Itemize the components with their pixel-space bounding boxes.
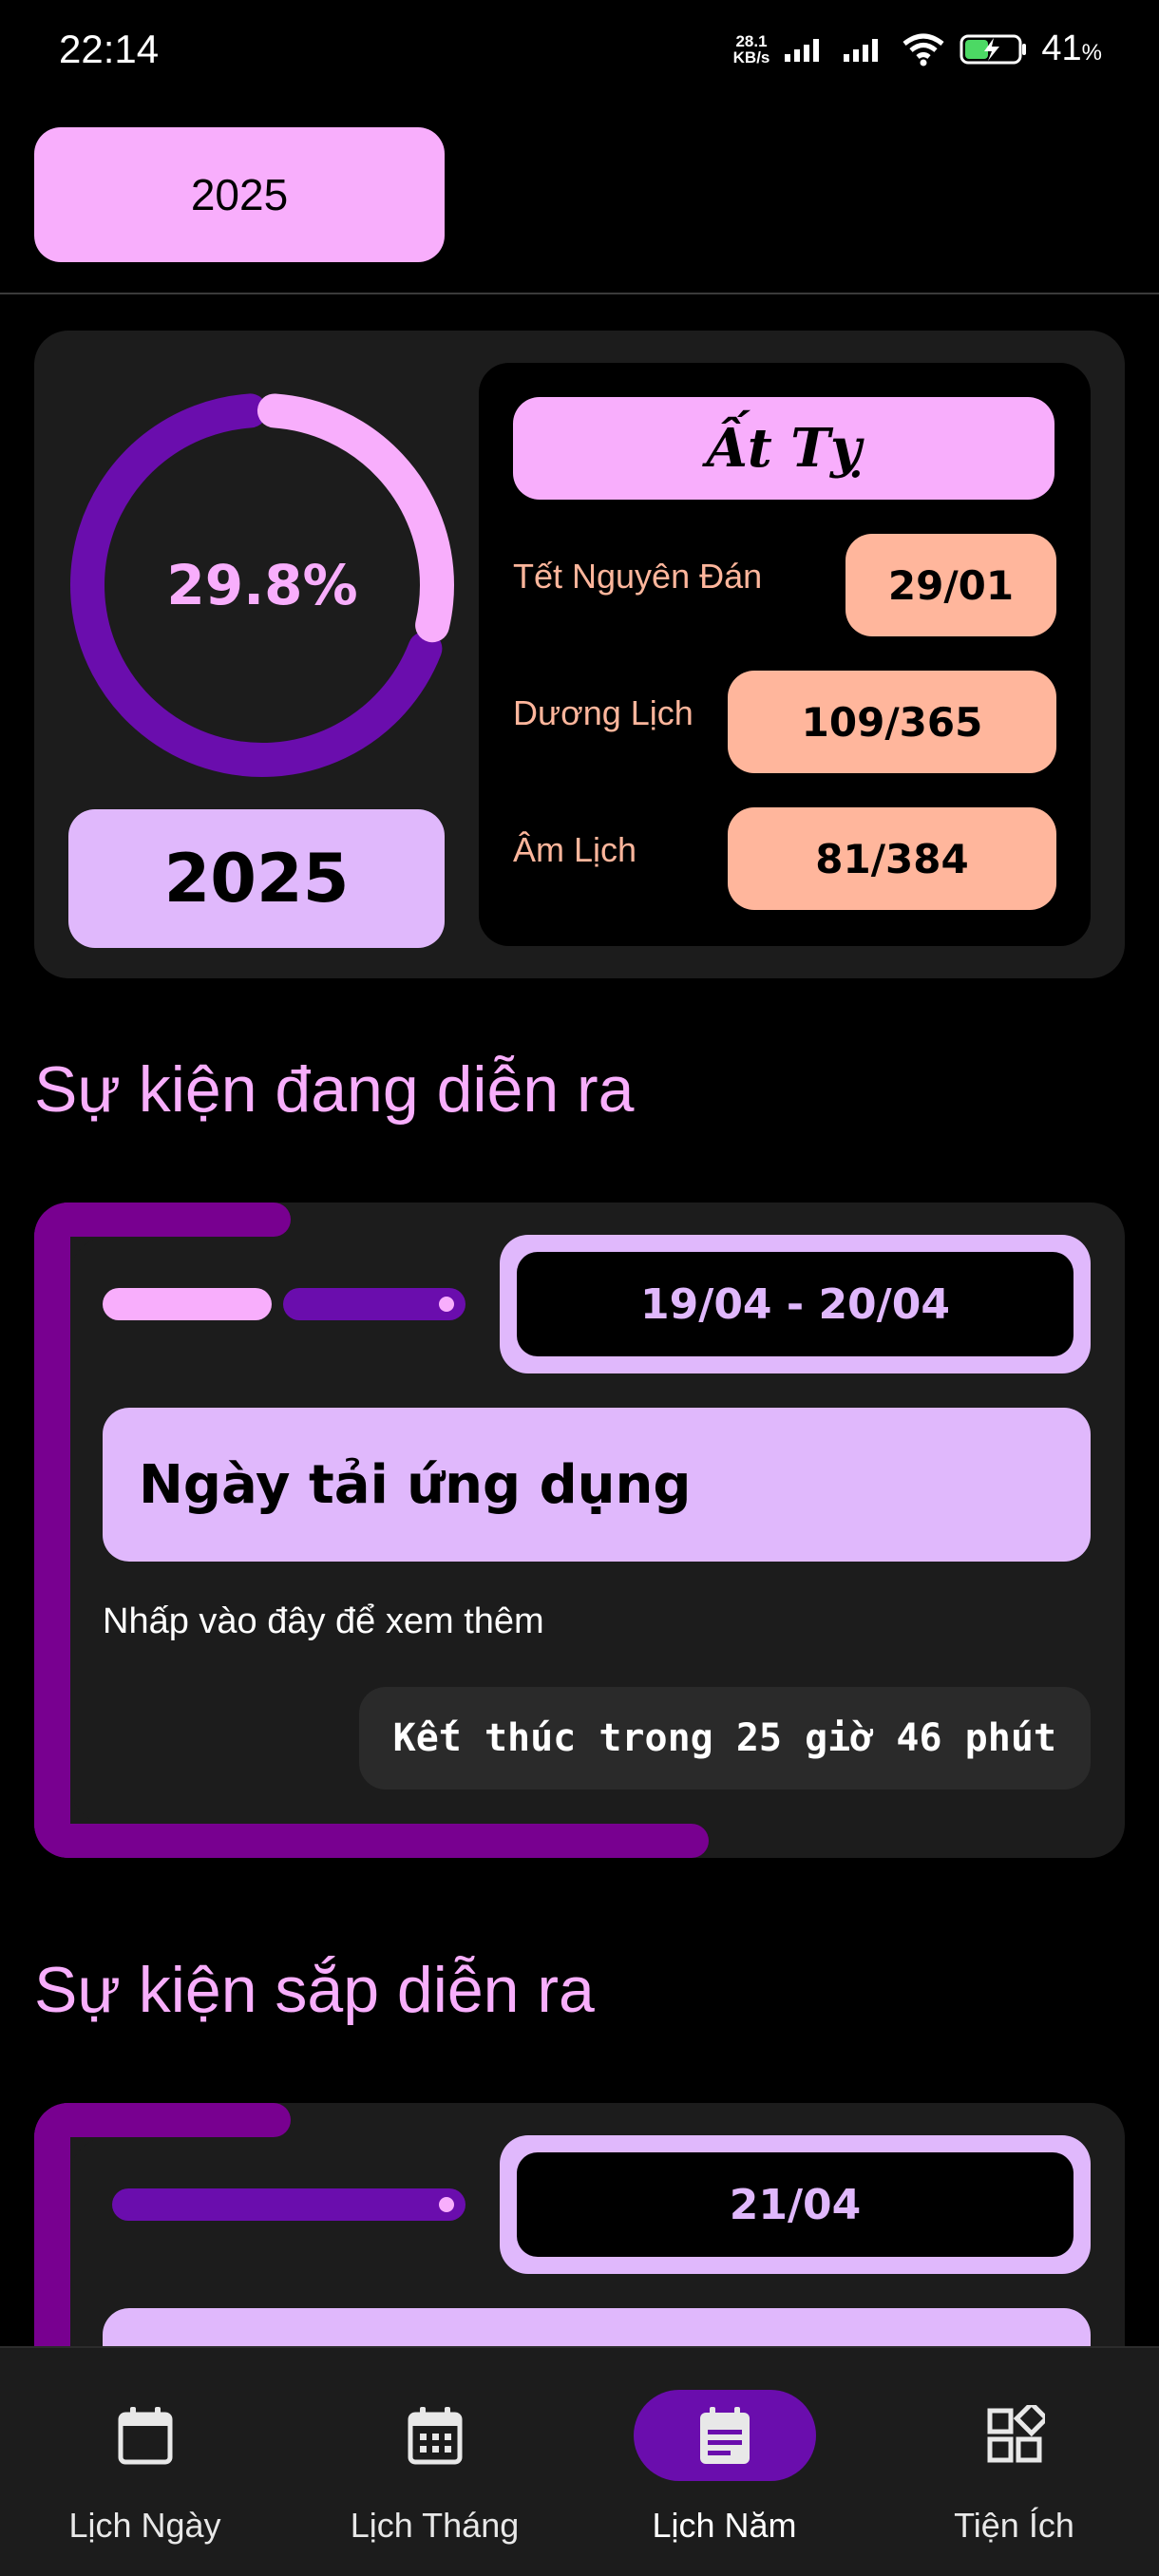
event-date-range: 21/04 [517, 2152, 1074, 2257]
nav-active-indicator [633, 2390, 816, 2481]
progress-percent-label: 29.8% [166, 553, 358, 617]
calendar-month-icon [408, 2407, 462, 2465]
upcoming-events-title: Sự kiện sắp diễn ra [34, 1954, 595, 2026]
event-card-frame-corner [70, 1767, 127, 1824]
event-card-frame-bottom [34, 1824, 709, 1858]
event-card-frame-top [34, 1203, 291, 1237]
signal-icon [844, 38, 879, 62]
nav-label: Lịch Năm [652, 2506, 797, 2545]
event-card-frame-corner [70, 2137, 127, 2194]
event-title: Ngày tải ứng dụng [103, 1408, 1091, 1562]
event-progress-bar [103, 1288, 272, 1320]
header-divider [0, 293, 1159, 294]
nav-label: Lịch Tháng [350, 2506, 520, 2545]
event-card-frame-top [34, 2103, 291, 2137]
event-description-link[interactable]: Nhấp vào đây để xem thêm [103, 1601, 544, 1642]
event-date-range: 19/04 - 20/04 [517, 1252, 1074, 1356]
event-card-frame [34, 1203, 70, 1858]
status-icons: 28.1 KB/s 41% [733, 28, 1102, 69]
status-bar: 22:14 28.1 KB/s 41% [0, 0, 1159, 104]
event-progress-dot [439, 1297, 454, 1312]
can-chi-label: Ất Tỵ [513, 397, 1054, 500]
tet-label: Tết Nguyên Đán [513, 557, 763, 596]
nav-item-yearly[interactable]: Lịch Năm [580, 2348, 869, 2576]
event-progress-bar [112, 2188, 466, 2221]
nav-item-utilities[interactable]: Tiện Ích [869, 2348, 1159, 2576]
calendar-year-icon [699, 2407, 750, 2464]
solar-day-value: 109/365 [728, 671, 1056, 773]
widgets-icon [987, 2405, 1045, 2463]
lunar-day-value: 81/384 [728, 807, 1056, 910]
year-info-panel: Ất Tỵ Tết Nguyên Đán 29/01 Dương Lịch 10… [479, 363, 1091, 946]
lunar-label: Âm Lịch [513, 830, 637, 869]
battery-charging-icon [960, 34, 1027, 64]
event-date-badge: 21/04 [500, 2135, 1091, 2274]
wifi-icon [902, 33, 944, 66]
nav-item-daily[interactable]: Lịch Ngày [0, 2348, 290, 2576]
status-time: 22:14 [59, 27, 160, 71]
year-selector-button[interactable]: 2025 [34, 127, 445, 262]
network-speed: 28.1 KB/s [732, 31, 770, 66]
year-progress-ring: 29.8% [61, 384, 464, 786]
tet-date-value: 29/01 [846, 534, 1056, 636]
event-countdown: Kết thúc trong 25 giờ 46 phút [358, 1687, 1091, 1790]
signal-icon [785, 38, 820, 62]
event-card-frame-corner [70, 1237, 127, 1294]
event-date-badge: 19/04 - 20/04 [500, 1235, 1091, 1373]
ongoing-events-title: Sự kiện đang diễn ra [34, 1053, 635, 1126]
calendar-blank-icon [118, 2407, 172, 2465]
nav-label: Lịch Ngày [68, 2506, 221, 2545]
year-display: 2025 [68, 809, 445, 948]
battery-percent: 41% [1041, 28, 1102, 68]
year-summary-card[interactable]: 29.8% 2025 Ất Tỵ Tết Nguyên Đán 29/01 Dư… [34, 331, 1125, 978]
nav-label: Tiện Ích [954, 2506, 1074, 2545]
event-card[interactable]: 19/04 - 20/04 Ngày tải ứng dụng Nhấp vào… [34, 1203, 1125, 1858]
nav-item-monthly[interactable]: Lịch Tháng [290, 2348, 580, 2576]
bottom-navigation: Lịch Ngày Lịch Tháng Lịch Năm Tiện Ích [0, 2346, 1159, 2576]
solar-label: Dương Lịch [513, 693, 694, 732]
event-progress-dot [439, 2197, 454, 2212]
